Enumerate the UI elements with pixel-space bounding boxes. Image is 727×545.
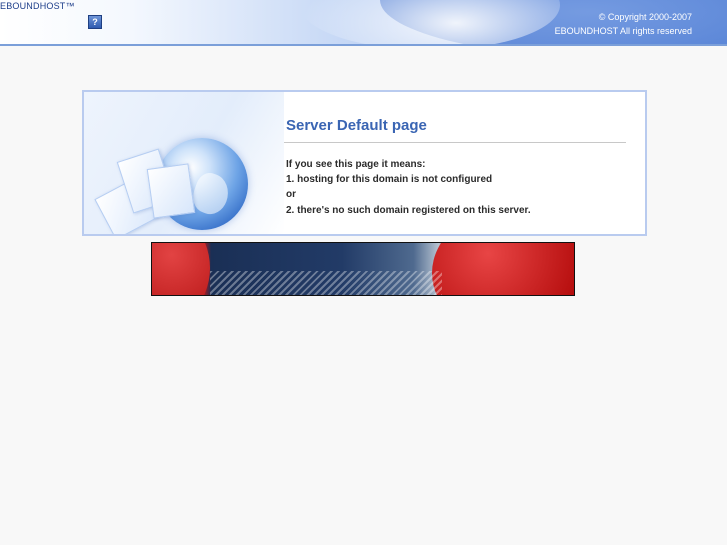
copyright-line: © Copyright 2000-2007 <box>598 12 692 22</box>
message-line: 1. hosting for this domain is not config… <box>286 174 493 185</box>
title-divider <box>284 142 626 143</box>
copyright-block: © Copyright 2000-2007 EBOUNDHOST All rig… <box>555 10 692 38</box>
rights-line: EBOUNDHOST All rights reserved <box>554 26 692 36</box>
help-button[interactable]: ? <box>88 15 102 29</box>
document-sheet-icon <box>146 163 196 219</box>
header-bar: EBOUNDHOST™ ? © Copyright 2000-2007 EBOU… <box>0 0 727 46</box>
message-line: If you see this page it means: <box>286 159 426 170</box>
brand-name: EBOUNDHOST™ <box>0 1 75 11</box>
default-page-panel: Server Default page If you see this page… <box>82 90 647 236</box>
message-line: or <box>286 189 296 200</box>
banner-stripes <box>210 271 442 295</box>
message-line: 2. there's no such domain registered on … <box>286 205 531 216</box>
banner-red-arc-left <box>152 243 210 295</box>
decorative-banner <box>151 242 575 296</box>
globe-illustration <box>84 92 284 234</box>
banner-red-arc-right <box>432 243 574 295</box>
page-title: Server Default page <box>286 117 427 134</box>
